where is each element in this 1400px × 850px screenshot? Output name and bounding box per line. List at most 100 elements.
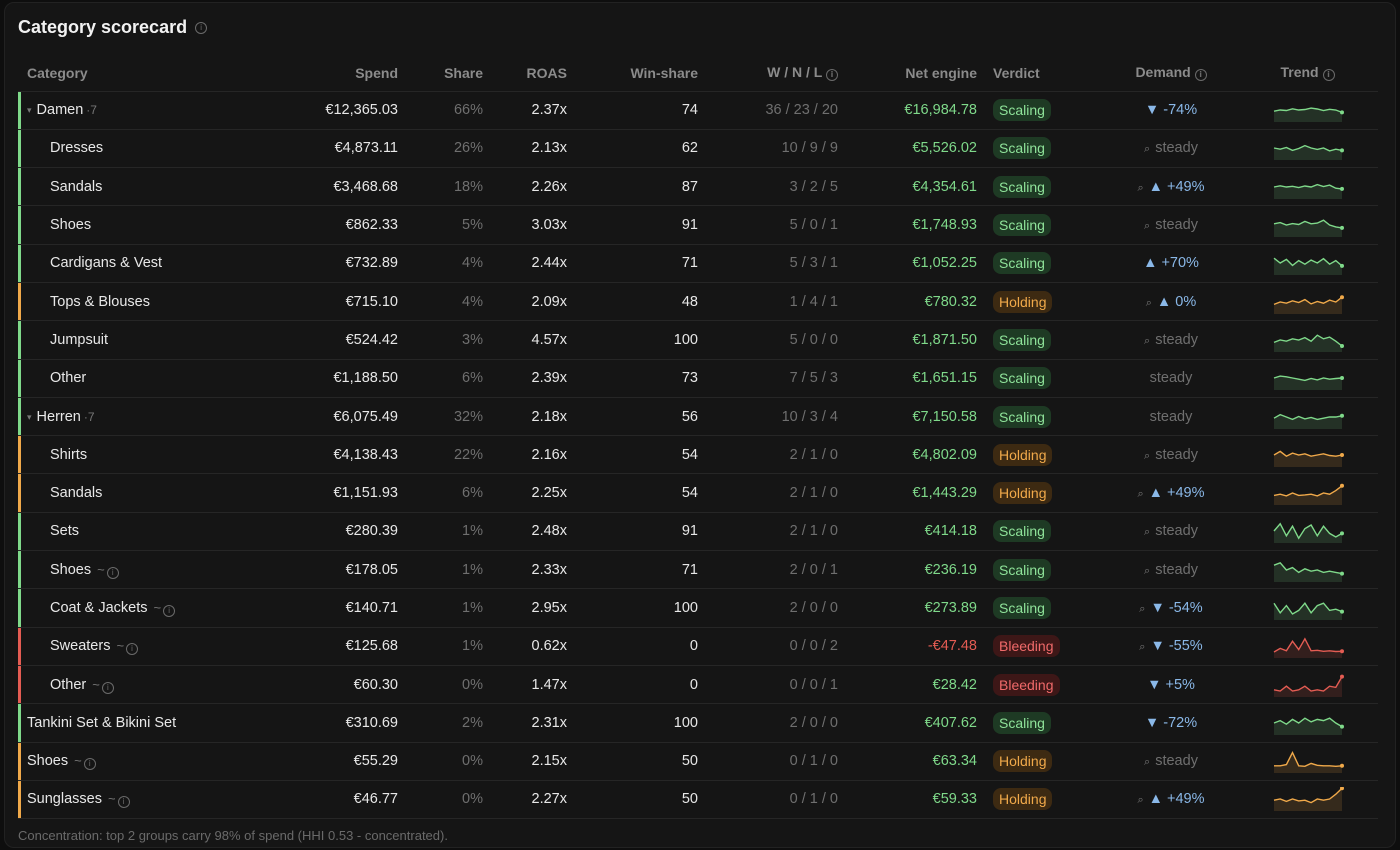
table-row[interactable]: Shoes ~ i €55.29 0% 2.15x 50 0 / 1 / 0 €63.34 Hol…: [18, 742, 1378, 781]
wnl-cell: 2 / 0 / 0: [702, 703, 842, 743]
table-row[interactable]: Sandals €3,468.68 18% 2.26x 87 3 / 2 / 5 €4,35…: [18, 167, 1378, 207]
trend-cell: [1237, 780, 1378, 820]
table-row[interactable]: Tops & Blouses €715.10 4% 2.09x 48 1 / 4 / 1 €…: [18, 282, 1378, 322]
category-cell: Dresses: [18, 129, 238, 169]
info-icon[interactable]: i: [163, 605, 176, 617]
table-group-row[interactable]: ▾ Damen ·7 €12,365.03 66% 2.37x 74 36 / 23 / 20…: [18, 91, 1378, 130]
table-row[interactable]: Sandals €1,151.93 6% 2.25x 54 2 / 1 / 0 €1,443…: [18, 473, 1378, 513]
trend-sparkline: [1273, 375, 1344, 391]
category-cell: Shoes ~ i: [18, 742, 238, 781]
info-icon[interactable]: i: [1194, 69, 1207, 82]
share-cell: 22%: [402, 435, 487, 475]
demand-value: ▼ -74%: [1144, 102, 1198, 119]
wnl-cell: 0 / 0 / 2: [702, 627, 842, 666]
table-row[interactable]: Sunglasses ~ i €46.77 0% 2.27x 50 0 / 1 / 0 €59.…: [18, 780, 1378, 820]
info-icon[interactable]: i: [195, 21, 208, 34]
category-name: Other: [50, 370, 87, 387]
winshare-cell: 0: [571, 665, 702, 705]
net-engine-cell: €28.42: [842, 665, 981, 705]
col-header-wnl[interactable]: W / N / L i: [702, 55, 842, 92]
trend-area: [1273, 788, 1342, 812]
table-row[interactable]: Other ~ i €60.30 0% 1.47x 0 0 / 0 / 1 €28.42 Blee…: [18, 665, 1378, 705]
demand-label: Demand: [1135, 64, 1191, 81]
verdict-cell: Scaling: [981, 512, 1105, 552]
table-row[interactable]: Shirts €4,138.43 22% 2.16x 54 2 / 1 / 0 €4,802…: [18, 435, 1378, 475]
info-icon[interactable]: i: [117, 796, 130, 809]
table-row[interactable]: Sets €280.39 1% 2.48x 91 2 / 1 / 0 €414.18 Scal…: [18, 512, 1378, 552]
caret-down-icon[interactable]: ▾: [27, 412, 32, 422]
table-row[interactable]: Shoes ~ i €178.05 1% 2.33x 71 2 / 0 / 1 €236.19 S…: [18, 550, 1378, 590]
category-name: Shoes: [50, 217, 92, 234]
category-name: Jumpsuit: [50, 331, 109, 348]
concentration-note: Concentration: top 2 groups carry 98% of…: [18, 828, 448, 843]
roas-cell: 2.37x: [487, 91, 571, 130]
table-row[interactable]: Shoes €862.33 5% 3.03x 91 5 / 0 / 1 €1,748.93 S…: [18, 205, 1378, 245]
info-icon[interactable]: i: [83, 758, 96, 771]
status-badge: Scaling: [993, 214, 1051, 237]
spend-cell: €6,075.49: [238, 397, 402, 437]
winshare-cell: 100: [571, 703, 702, 743]
table-row[interactable]: Sweaters ~ i €125.68 1% 0.62x 0 0 / 0 / 2 -€47.4…: [18, 627, 1378, 666]
roas-cell: 2.44x: [487, 244, 571, 283]
info-icon[interactable]: i: [126, 643, 139, 656]
share-cell: 1%: [402, 588, 487, 628]
col-header-share[interactable]: Share: [402, 55, 487, 92]
category-name: Sets: [50, 523, 80, 540]
col-header-net[interactable]: Net engine: [842, 55, 981, 92]
table-row[interactable]: Dresses €4,873.11 26% 2.13x 62 10 / 9 / 9 €5,5…: [18, 129, 1378, 169]
trend-label: Trend: [1280, 64, 1319, 81]
caret-down-icon[interactable]: ▾: [27, 105, 32, 115]
col-header-category[interactable]: Category: [18, 55, 238, 92]
child-count: ·7: [83, 409, 95, 424]
trend-end-dot: [1339, 413, 1344, 418]
status-bar: [18, 282, 21, 321]
trend-end-dot: [1339, 225, 1344, 230]
roas-cell: 2.09x: [487, 282, 571, 322]
info-icon[interactable]: i: [106, 566, 119, 579]
net-engine-cell: €273.89: [842, 588, 981, 628]
status-badge: Scaling: [993, 99, 1051, 122]
winshare-cell: 91: [571, 512, 702, 552]
table-row[interactable]: Coat & Jackets ~ i €140.71 1% 2.95x 100 2 / 0 /…: [18, 588, 1378, 628]
info-icon[interactable]: i: [826, 69, 838, 82]
share-cell: 6%: [402, 473, 487, 513]
share-cell: 2%: [402, 703, 487, 743]
share-cell: 3%: [402, 320, 487, 360]
table-row[interactable]: Jumpsuit €524.42 3% 4.57x 100 5 / 0 / 0 €1,871…: [18, 320, 1378, 360]
trend-end-dot: [1339, 674, 1344, 679]
spend-cell: €280.39: [238, 512, 402, 552]
category-cell: Jumpsuit: [18, 320, 238, 360]
category-cell: ▾ Damen ·7: [18, 91, 238, 130]
status-badge: Holding: [993, 482, 1053, 505]
col-header-trend[interactable]: Trend i: [1237, 55, 1378, 92]
table-row[interactable]: Tankini Set & Bikini Set €310.69 2% 2.31x 10…: [18, 703, 1378, 743]
col-header-spend[interactable]: Spend: [238, 55, 402, 92]
spend-cell: €60.30: [238, 665, 402, 705]
info-icon[interactable]: i: [1322, 69, 1335, 82]
trend-cell: [1237, 627, 1378, 666]
demand-value: steady: [1155, 140, 1198, 157]
wnl-cell: 0 / 1 / 0: [702, 742, 842, 781]
trend-sparkline: [1273, 183, 1344, 199]
roas-cell: 2.15x: [487, 742, 571, 781]
trend-cell: [1237, 359, 1378, 398]
table-row[interactable]: Other €1,188.50 6% 2.39x 73 7 / 5 / 3 €1,651.1…: [18, 359, 1378, 398]
col-header-roas[interactable]: ROAS: [487, 55, 571, 92]
table-row[interactable]: Cardigans & Vest €732.89 4% 2.44x 71 5 / 3 / …: [18, 244, 1378, 283]
low-data-tilde: ~: [74, 753, 82, 769]
demand-value: steady: [1155, 217, 1198, 234]
category-cell: Shoes ~ i: [18, 550, 238, 590]
verdict-cell: Holding: [981, 780, 1105, 820]
col-header-demand[interactable]: Demand i: [1105, 55, 1237, 92]
col-header-winshare[interactable]: Win-share: [571, 55, 702, 92]
col-header-verdict[interactable]: Verdict: [981, 55, 1105, 92]
verdict-cell: Bleeding: [981, 665, 1105, 705]
category-name: Sunglasses: [27, 791, 102, 808]
trend-end-dot: [1339, 110, 1344, 115]
spend-cell: €862.33: [238, 205, 402, 245]
category-name: Shirts: [50, 446, 88, 463]
wnl-cell: 5 / 0 / 1: [702, 205, 842, 245]
table-group-row[interactable]: ▾ Herren ·7 €6,075.49 32% 2.18x 56 10 / 3 / 4 €7…: [18, 397, 1378, 437]
spend-cell: €4,873.11: [238, 129, 402, 169]
info-icon[interactable]: i: [101, 681, 114, 694]
